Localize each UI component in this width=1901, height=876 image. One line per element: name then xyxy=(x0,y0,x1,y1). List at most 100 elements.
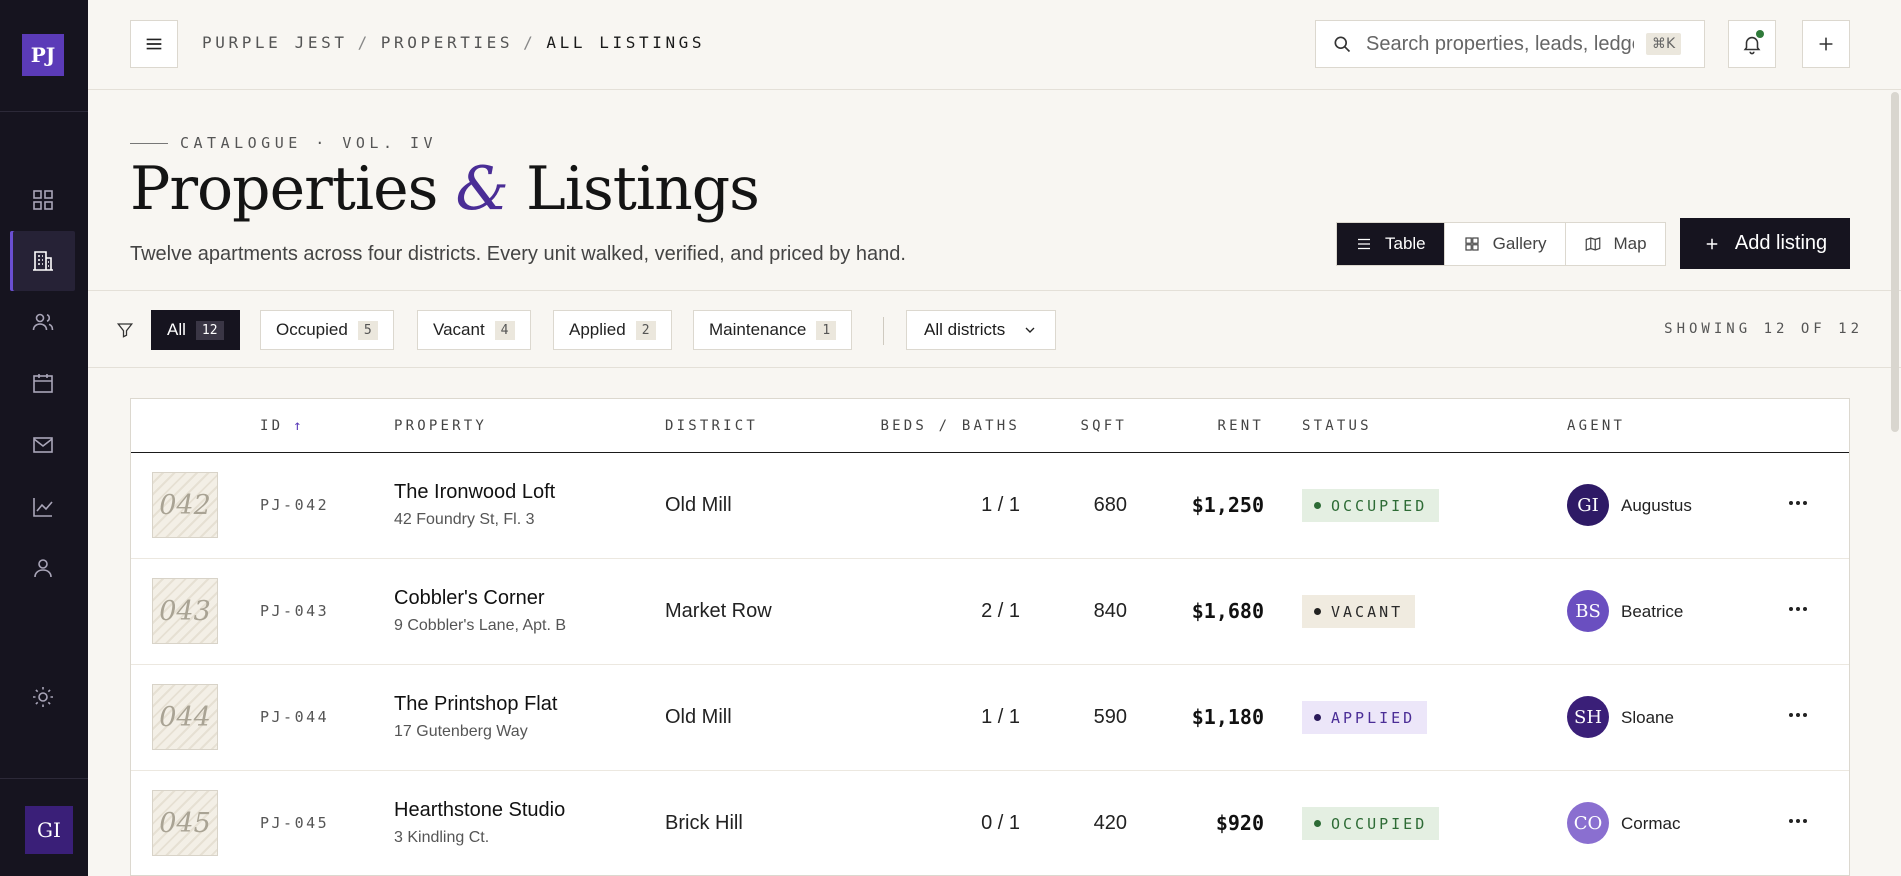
status-badge: VACANT xyxy=(1302,595,1416,628)
search-box[interactable]: ⌘K xyxy=(1315,20,1705,68)
filter-chip-label: Vacant xyxy=(433,320,485,339)
property-district: Market Row xyxy=(665,600,772,622)
view-gallery-button[interactable]: Gallery xyxy=(1445,223,1566,265)
property-rent: $1,180 xyxy=(1191,705,1264,729)
filter-chip-occupied[interactable]: Occupied 5 xyxy=(260,310,394,350)
dashboard-icon xyxy=(32,190,53,210)
status-badge: OCCUPIED xyxy=(1302,807,1440,840)
status-dot xyxy=(1314,820,1321,827)
search-input[interactable] xyxy=(1366,32,1634,56)
app-logo[interactable]: PJ xyxy=(22,34,64,76)
sidebar-item-leads[interactable] xyxy=(10,292,75,352)
chart-icon xyxy=(32,498,53,517)
column-header-status[interactable]: STATUS xyxy=(1302,418,1372,434)
column-header-rent[interactable]: RENT xyxy=(1217,418,1264,434)
page-title-secondary: Listings xyxy=(525,154,760,224)
calendar-icon xyxy=(32,374,53,393)
property-beds-baths: 2 / 1 xyxy=(981,600,1020,622)
property-district: Old Mill xyxy=(665,706,732,728)
filter-divider xyxy=(883,317,884,345)
property-address: 42 Foundry St, Fl. 3 xyxy=(394,511,535,528)
notifications-button[interactable] xyxy=(1728,20,1776,68)
table-row[interactable]: 043 PJ-043 Cobbler's Corner 9 Cobbler's … xyxy=(131,559,1849,665)
filter-bar: All 12 Occupied 5 Vacant 4 Applied 2 Mainten… xyxy=(88,290,1901,368)
search-shortcut-badge: ⌘K xyxy=(1646,33,1682,55)
listing-id: PJ-042 xyxy=(260,496,330,514)
district-select[interactable]: All districts xyxy=(906,310,1056,350)
filter-chip-applied[interactable]: Applied 2 xyxy=(553,310,672,350)
hamburger-icon xyxy=(146,38,162,50)
sidebar-item-properties[interactable] xyxy=(10,231,75,291)
list-icon xyxy=(1358,238,1370,250)
view-map-button[interactable]: Map xyxy=(1566,223,1665,265)
breadcrumb-item-properties[interactable]: PROPERTIES xyxy=(381,33,513,52)
column-header-id[interactable]: ID ↑ xyxy=(260,418,305,434)
sort-ascending-icon: ↑ xyxy=(293,418,305,434)
map-icon xyxy=(1585,237,1600,251)
agent-name: Cormac xyxy=(1621,814,1681,833)
filter-chip-all[interactable]: All 12 xyxy=(151,310,240,350)
breadcrumb-item-org[interactable]: PURPLE JEST xyxy=(202,33,348,52)
grid-icon xyxy=(1465,237,1479,251)
agent-name: Augustus xyxy=(1621,496,1692,515)
breadcrumb-separator: / xyxy=(523,33,537,52)
filter-icon-wrap[interactable] xyxy=(116,321,134,339)
property-sqft: 590 xyxy=(1093,706,1127,728)
sidebar: PJ GI xyxy=(0,0,88,876)
table-row[interactable]: 045 PJ-045 Hearthstone Studio 3 Kindling… xyxy=(131,771,1849,875)
property-name[interactable]: The Ironwood Loft xyxy=(394,481,555,504)
property-district: Brick Hill xyxy=(665,812,743,834)
view-table-label: Table xyxy=(1385,234,1426,253)
new-item-button[interactable] xyxy=(1802,20,1850,68)
more-horizontal-icon xyxy=(1789,819,1807,823)
page-scrollbar[interactable] xyxy=(1891,92,1899,432)
current-user-avatar[interactable]: GI xyxy=(25,806,73,854)
property-thumbnail: 045 xyxy=(152,790,218,856)
column-header-sqft[interactable]: SQFT xyxy=(1080,418,1127,434)
filter-chip-vacant[interactable]: Vacant 4 xyxy=(417,310,531,350)
property-sqft: 840 xyxy=(1093,600,1127,622)
status-dot xyxy=(1314,608,1321,615)
column-header-district[interactable]: DISTRICT xyxy=(665,418,758,434)
column-header-beds-baths[interactable]: BEDS / BATHS xyxy=(880,418,1020,434)
sidebar-item-messages[interactable] xyxy=(10,415,75,475)
property-address: 9 Cobbler's Lane, Apt. B xyxy=(394,617,567,634)
view-table-button[interactable]: Table xyxy=(1337,223,1445,265)
breadcrumb: PURPLE JEST / PROPERTIES / ALL LISTINGS xyxy=(202,33,705,52)
row-actions-button[interactable] xyxy=(1783,703,1813,727)
property-name[interactable]: Cobbler's Corner xyxy=(394,587,545,610)
status-label: APPLIED xyxy=(1331,708,1416,727)
row-actions-button[interactable] xyxy=(1783,597,1813,621)
search-icon xyxy=(1334,36,1351,53)
table-row[interactable]: 044 PJ-044 The Printshop Flat 17 Gutenbe… xyxy=(131,665,1849,771)
results-count: SHOWING 12 OF 12 xyxy=(1664,321,1863,337)
row-actions-button[interactable] xyxy=(1783,809,1813,833)
sidebar-item-theme[interactable] xyxy=(10,667,75,727)
listing-id: PJ-045 xyxy=(260,814,330,832)
property-sqft: 680 xyxy=(1093,494,1127,516)
view-map-label: Map xyxy=(1613,234,1647,253)
agent-avatar: BS xyxy=(1567,590,1609,632)
column-header-property[interactable]: PROPERTY xyxy=(394,418,487,434)
property-name[interactable]: The Printshop Flat xyxy=(394,693,557,716)
sidebar-item-calendar[interactable] xyxy=(10,353,75,413)
menu-button[interactable] xyxy=(130,20,178,68)
agent-name: Beatrice xyxy=(1621,602,1684,621)
notification-dot xyxy=(1756,30,1764,38)
top-bar: PURPLE JEST / PROPERTIES / ALL LISTINGS ⌘K xyxy=(88,0,1901,90)
filter-chip-label: Occupied xyxy=(276,320,348,339)
add-listing-button[interactable]: Add listing xyxy=(1680,218,1850,269)
property-address: 3 Kindling Ct. xyxy=(394,829,490,846)
sidebar-item-reports[interactable] xyxy=(10,477,75,537)
sidebar-item-dashboard[interactable] xyxy=(10,170,75,230)
sun-icon xyxy=(32,687,53,707)
sidebar-item-profile[interactable] xyxy=(10,538,75,598)
listings-table: ID ↑ PROPERTY DISTRICT BEDS / BATHS SQFT … xyxy=(130,398,1850,876)
column-header-agent[interactable]: AGENT xyxy=(1567,418,1625,434)
row-actions-button[interactable] xyxy=(1783,491,1813,515)
filter-chip-count: 5 xyxy=(357,320,378,340)
filter-chip-maintenance[interactable]: Maintenance 1 xyxy=(693,310,853,350)
property-name[interactable]: Hearthstone Studio xyxy=(394,799,565,822)
table-row[interactable]: 042 PJ-042 The Ironwood Loft 42 Foundry … xyxy=(131,453,1849,559)
property-beds-baths: 1 / 1 xyxy=(981,706,1020,728)
